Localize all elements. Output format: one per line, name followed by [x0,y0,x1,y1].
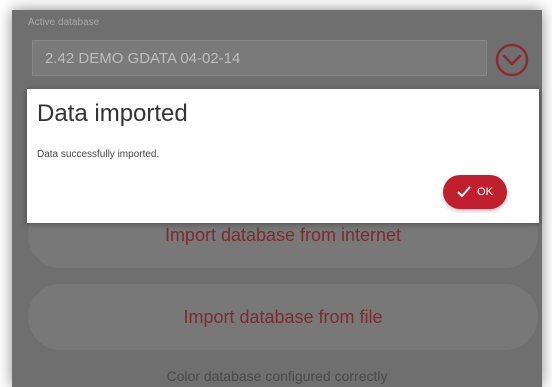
chevron-down-circle-icon[interactable] [494,42,530,78]
dialog-message: Data successfully imported. [37,149,160,160]
active-database-value: 2.42 DEMO GDATA 04-02-14 [45,49,241,67]
import-from-file-button[interactable]: Import database from file [28,284,538,350]
checkmark-icon [457,186,471,197]
import-from-internet-label: Import database from internet [164,224,402,245]
active-database-select[interactable]: 2.42 DEMO GDATA 04-02-14 [32,40,487,76]
ok-button[interactable]: OK [443,175,507,209]
dialog-title: Data imported [37,100,188,127]
status-text: Color database configured correctly [166,368,388,384]
import-from-file-label: Import database from file [183,306,383,327]
active-database-label: Active database [28,17,100,28]
ok-label: OK [477,186,493,198]
data-imported-dialog: Data imported Data successfully imported… [27,89,539,223]
